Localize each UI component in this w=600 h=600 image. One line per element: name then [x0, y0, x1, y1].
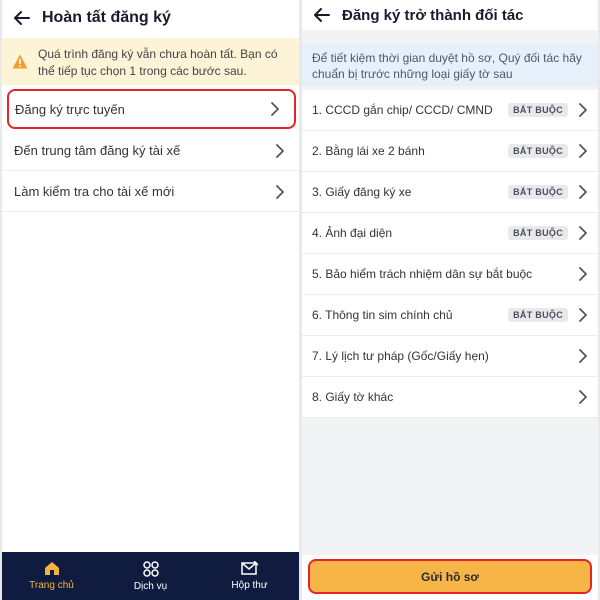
document-item[interactable]: 5. Bảo hiểm trách nhiệm dân sự bắt buộc — [302, 254, 598, 295]
warning-banner: Quá trình đăng ký vẫn chưa hoàn tất. Bạn… — [2, 38, 299, 85]
required-badge: BẮT BUỘC — [508, 226, 568, 240]
option-label: Đến trung tâm đăng ký tài xế — [14, 143, 181, 158]
document-list: 1. CCCD gắn chip/ CCCD/ CMND BẮT BUỘC 2.… — [302, 90, 598, 418]
option-online-registration[interactable]: Đăng ký trực tuyến — [7, 89, 296, 129]
home-icon — [44, 562, 59, 575]
document-label: 8. Giấy tờ khác — [312, 390, 394, 404]
option-label: Đăng ký trực tuyến — [15, 101, 125, 117]
submit-button[interactable]: Gửi hồ sơ — [308, 559, 592, 594]
chevron-right-icon — [578, 226, 588, 240]
document-item[interactable]: 7. Lý lịch tư pháp (Gốc/Giấy hẹn) — [302, 336, 598, 377]
right-header: Đăng ký trở thành đối tác — [302, 0, 598, 30]
submit-bar: Gửi hồ sơ — [302, 555, 598, 600]
document-label: 4. Ảnh đại diện — [312, 226, 393, 240]
chevron-right-icon — [578, 308, 588, 322]
chevron-right-icon — [578, 144, 588, 158]
document-item[interactable]: 8. Giấy tờ khác — [302, 377, 598, 418]
left-header: Hoàn tất đăng ký — [2, 0, 299, 36]
mail-icon — [240, 561, 259, 575]
left-screen: Hoàn tất đăng ký Quá trình đăng ký vẫn c… — [2, 0, 299, 600]
document-label: 1. CCCD gắn chip/ CCCD/ CMND — [312, 103, 493, 117]
document-label: 3. Giấy đăng ký xe — [312, 185, 412, 199]
chevron-right-icon — [578, 390, 588, 404]
document-item[interactable]: 3. Giấy đăng ký xe BẮT BUỘC — [302, 172, 598, 213]
document-item[interactable]: 2. Bằng lái xe 2 bánh BẮT BUỘC — [302, 131, 598, 172]
back-arrow-icon[interactable] — [314, 8, 330, 22]
nav-home[interactable]: Trang chủ — [2, 552, 101, 600]
document-label: 7. Lý lịch tư pháp (Gốc/Giấy hẹn) — [312, 349, 489, 363]
warning-icon — [12, 54, 28, 69]
nav-services[interactable]: Dịch vụ — [101, 552, 200, 600]
chevron-right-icon — [578, 185, 588, 199]
page-title: Đăng ký trở thành đối tác — [342, 6, 524, 24]
option-label: Làm kiểm tra cho tài xế mới — [14, 184, 175, 199]
required-badge: BẮT BUỘC — [508, 185, 568, 199]
option-driver-center[interactable]: Đến trung tâm đăng ký tài xế — [2, 131, 299, 171]
document-label: 6. Thông tin sim chính chủ — [312, 308, 453, 322]
nav-label: Trang chủ — [29, 580, 74, 591]
chevron-right-icon — [578, 267, 588, 281]
bottom-navigation: Trang chủ Dịch vụ Hộp thư — [2, 552, 299, 600]
option-new-driver-test[interactable]: Làm kiểm tra cho tài xế mới — [2, 172, 299, 212]
chevron-right-icon — [578, 349, 588, 363]
services-grid-icon — [142, 560, 159, 577]
document-label: 5. Bảo hiểm trách nhiệm dân sự bắt buộc — [312, 267, 533, 281]
warning-text: Quá trình đăng ký vẫn chưa hoàn tất. Bạn… — [38, 47, 278, 78]
info-banner: Để tiết kiệm thời gian duyệt hồ sơ, Quý … — [302, 44, 598, 86]
chevron-right-icon — [275, 184, 285, 199]
chevron-right-icon — [578, 103, 588, 117]
back-arrow-icon[interactable] — [14, 11, 30, 25]
document-item[interactable]: 1. CCCD gắn chip/ CCCD/ CMND BẮT BUỘC — [302, 90, 598, 131]
document-label: 2. Bằng lái xe 2 bánh — [312, 144, 425, 158]
required-badge: BẮT BUỘC — [508, 144, 568, 158]
chevron-right-icon — [275, 143, 285, 158]
page-title: Hoàn tất đăng ký — [42, 9, 171, 26]
required-badge: BẮT BUỘC — [508, 308, 568, 322]
right-screen: Đăng ký trở thành đối tác Để tiết kiệm t… — [302, 0, 598, 600]
chevron-right-icon — [270, 102, 280, 116]
required-badge: BẮT BUỘC — [508, 103, 568, 117]
document-item[interactable]: 4. Ảnh đại diện BẮT BUỘC — [302, 213, 598, 254]
nav-inbox[interactable]: Hộp thư — [200, 552, 299, 600]
nav-label: Dịch vụ — [133, 580, 168, 592]
document-item[interactable]: 6. Thông tin sim chính chủ BẮT BUỘC — [302, 295, 598, 336]
nav-label: Hộp thư — [231, 580, 268, 591]
